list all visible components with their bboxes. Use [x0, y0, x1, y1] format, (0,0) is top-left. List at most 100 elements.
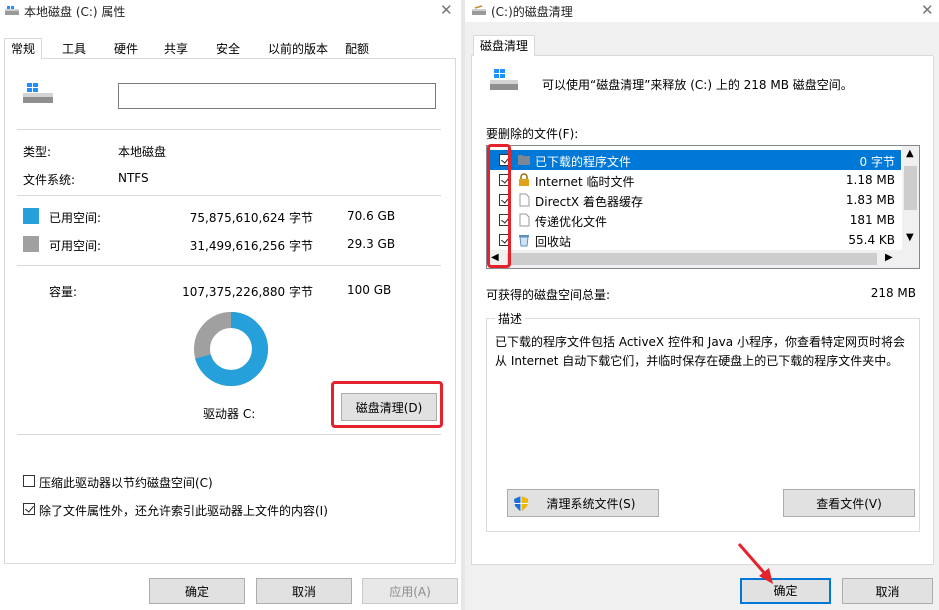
properties-title-bar: 本地磁盘 (C:) 属性 ✕ [0, 0, 461, 22]
clean-system-files-button[interactable]: 清理系统文件(S) [507, 489, 659, 517]
button-label: 应用(A) [389, 585, 431, 599]
file-list-item[interactable]: 回收站 55.4 KB [487, 230, 901, 250]
free-space-size: 29.3 GB [347, 237, 396, 251]
volume-label-input[interactable] [118, 83, 436, 109]
type-value: 本地磁盘 [118, 145, 167, 159]
view-files-button[interactable]: 查看文件(V) [783, 489, 915, 517]
type-label: 类型: [23, 145, 52, 159]
used-space-size: 70.6 GB [347, 209, 396, 223]
folder-icon [517, 153, 531, 170]
cleanup-title-bar: (C:)的磁盘清理 ✕ [465, 0, 939, 22]
free-space-label: 可用空间: [49, 239, 102, 253]
tab-tools[interactable]: 工具 [56, 39, 92, 59]
cancel-button[interactable]: 取消 [256, 578, 352, 604]
index-checkbox[interactable] [23, 503, 35, 515]
file-size: 0 字节 [859, 155, 895, 169]
compress-label: 压缩此驱动器以节约磁盘空间(C) [39, 476, 213, 490]
scroll-thumb[interactable] [904, 166, 917, 210]
tab-previous-versions[interactable]: 以前的版本 [262, 39, 334, 59]
tab-security[interactable]: 安全 [210, 39, 246, 59]
file-list-item[interactable]: 传递优化文件 181 MB [487, 210, 901, 230]
used-space-label: 已用空间: [49, 211, 102, 225]
button-label: 确定 [184, 585, 209, 599]
total-space-value: 218 MB [870, 286, 916, 300]
file-icon [517, 193, 531, 210]
file-list-rows: 已下载的程序文件 0 字节 Internet 临时文件 1.18 MB DirectX … [487, 150, 901, 250]
divider [17, 195, 441, 196]
cleanup-drive-icon [490, 69, 518, 90]
capacity-bytes: 107,375,226,880 字节 [182, 285, 313, 299]
scroll-up-icon[interactable]: ▲ [906, 148, 914, 159]
properties-window: 本地磁盘 (C:) 属性 ✕ 常规 工具 硬件 共享 安全 以前的版本 配额 类… [0, 0, 461, 610]
description-group: 描述 已下载的程序文件包括 ActiveX 控件和 Java 小程序，你查看特定… [486, 310, 920, 532]
scroll-thumb[interactable] [507, 253, 877, 265]
tab-label: 磁盘清理 [480, 39, 529, 53]
files-to-delete-label: 要删除的文件(F): [486, 127, 579, 141]
description-title: 描述 [495, 310, 526, 327]
file-size: 55.4 KB [848, 233, 895, 247]
tab-sharing[interactable]: 共享 [158, 39, 194, 59]
capacity-label: 容量: [49, 285, 78, 299]
used-space-bytes: 75,875,610,624 字节 [189, 211, 313, 225]
close-icon[interactable]: ✕ [921, 1, 934, 19]
file-list-item[interactable]: Internet 临时文件 1.18 MB [487, 170, 901, 190]
drive-icon [5, 6, 19, 15]
compress-checkbox[interactable] [23, 475, 35, 487]
drive-icon [23, 83, 53, 103]
file-list-item[interactable]: 已下载的程序文件 0 字节 [487, 150, 901, 170]
shield-icon [514, 496, 528, 512]
cleanup-icon [472, 5, 486, 15]
tab-label: 共享 [164, 42, 189, 56]
tab-disk-cleanup[interactable]: 磁盘清理 [473, 35, 536, 57]
filesystem-value: NTFS [118, 171, 149, 185]
cleanup-panel: 可以使用“磁盘清理”来释放 (C:) 上的 218 MB 磁盘空间。 要删除的文… [471, 56, 934, 565]
cleanup-intro: 可以使用“磁盘清理”来释放 (C:) 上的 218 MB 磁盘空间。 [542, 78, 853, 92]
capacity-size: 100 GB [347, 283, 392, 297]
file-name: DirectX 着色器缓存 [535, 195, 643, 209]
lock-icon [517, 173, 531, 190]
index-label: 除了文件属性外，还允许索引此驱动器上文件的内容(I) [39, 504, 328, 518]
filesystem-label: 文件系统: [23, 173, 76, 187]
button-label: 取消 [875, 585, 900, 599]
cancel-button[interactable]: 取消 [842, 578, 933, 604]
file-size: 1.18 MB [845, 173, 895, 187]
scroll-right-icon[interactable]: ▶ [885, 252, 893, 263]
description-text: 已下载的程序文件包括 ActiveX 控件和 Java 小程序，你查看特定网页时… [495, 335, 905, 368]
file-name: 回收站 [535, 235, 572, 249]
tab-hardware[interactable]: 硬件 [108, 39, 144, 59]
button-label: 确定 [773, 584, 798, 598]
tab-label: 常规 [11, 42, 36, 56]
file-name: Internet 临时文件 [535, 175, 635, 189]
recycle-bin-icon [517, 233, 531, 250]
disk-cleanup-window: (C:)的磁盘清理 ✕ 磁盘清理 可以使用“磁盘清理”来释放 (C:) 上的 2… [465, 0, 939, 610]
file-icon [517, 213, 531, 230]
tab-label: 硬件 [114, 42, 139, 56]
tab-label: 工具 [62, 42, 87, 56]
divider [17, 129, 441, 130]
apply-button: 应用(A) [362, 578, 458, 604]
button-label: 取消 [291, 585, 316, 599]
tab-quota[interactable]: 配额 [339, 39, 375, 59]
close-icon[interactable]: ✕ [440, 1, 453, 19]
file-size: 1.83 MB [845, 193, 895, 207]
button-label: 查看文件(V) [816, 497, 882, 511]
vertical-scrollbar[interactable]: ▲ ▼ [902, 146, 919, 250]
file-name: 传递优化文件 [535, 215, 608, 229]
red-arrow-icon [737, 543, 773, 584]
divider [17, 265, 441, 266]
general-panel: 类型: 本地磁盘 文件系统: NTFS 已用空间: 75,875,610,624… [4, 59, 456, 564]
usage-donut-chart [194, 312, 268, 386]
tab-general[interactable]: 常规 [4, 38, 43, 60]
file-name: 已下载的程序文件 [535, 155, 632, 169]
total-space-label: 可获得的磁盘空间总量: [486, 288, 611, 302]
ok-button[interactable]: 确定 [149, 578, 245, 604]
scroll-down-icon[interactable]: ▼ [906, 232, 914, 243]
file-list-item[interactable]: DirectX 着色器缓存 1.83 MB [487, 190, 901, 210]
file-list[interactable]: 已下载的程序文件 0 字节 Internet 临时文件 1.18 MB DirectX … [486, 145, 920, 269]
tab-label: 配额 [345, 42, 370, 56]
free-color-swatch [23, 236, 39, 252]
tab-label: 以前的版本 [268, 42, 329, 56]
tab-label: 安全 [216, 42, 241, 56]
cleanup-title: (C:)的磁盘清理 [491, 5, 573, 19]
horizontal-scrollbar[interactable]: ◀ ▶ [487, 250, 919, 268]
